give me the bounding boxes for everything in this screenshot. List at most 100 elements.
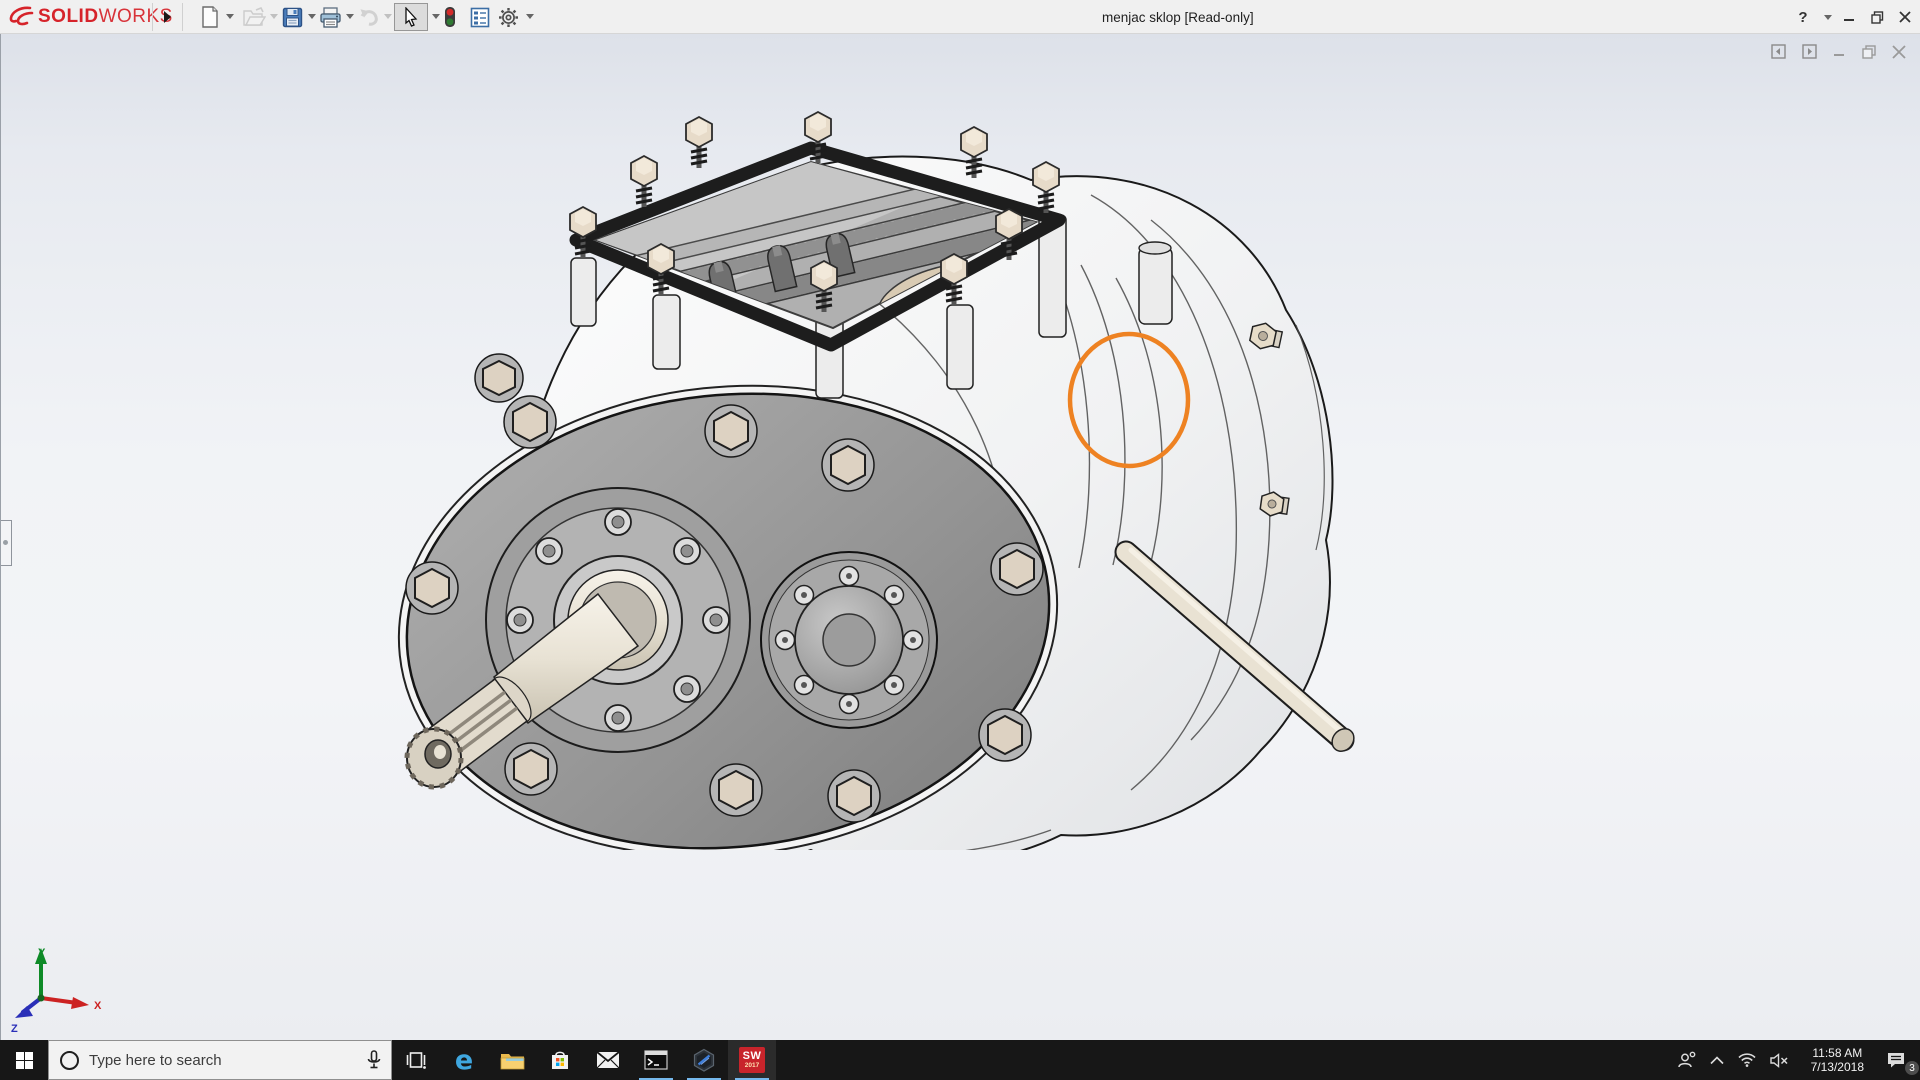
new-document-icon [200,6,220,28]
doc-minimize-icon[interactable] [1833,45,1846,58]
taskbar-command-prompt[interactable] [632,1040,680,1080]
title-bar: SOLIDWORKS [0,0,1920,34]
search-placeholder: Type here to search [89,1052,367,1069]
new-dropdown-caret[interactable] [226,14,234,19]
help-dropdown-caret[interactable] [1824,15,1832,20]
options-button[interactable] [494,4,522,30]
toolbar-separator [152,3,153,31]
close-button[interactable] [1890,0,1920,34]
hex-bolt [514,750,548,788]
menu-expander-button[interactable] [158,7,176,27]
people-button[interactable] [1670,1040,1703,1080]
minimize-icon [1843,11,1855,23]
undo-dropdown-caret[interactable] [384,14,392,19]
minimize-button[interactable] [1834,0,1864,34]
stub-top-face [1139,242,1171,254]
taskbar-file-explorer[interactable] [488,1040,536,1080]
taskbar-solidworks[interactable]: SW 2017 [728,1040,776,1080]
hex-bolt [988,716,1022,754]
sw-tile-text: SW [743,1051,762,1062]
toolbar-separator [182,3,183,31]
properties-list-icon [470,7,490,28]
hex-bolt [1000,550,1034,588]
tab-grip-dot [3,540,8,545]
open-folder-icon [242,7,266,27]
mail-icon [596,1051,620,1069]
windows-logo-icon [16,1052,33,1069]
taskbar-edge[interactable]: e [440,1040,488,1080]
doc-restore-icon[interactable] [1862,45,1876,59]
document-window-controls [1771,44,1906,59]
doc-close-icon[interactable] [1892,45,1906,59]
edge-icon: e [455,1047,473,1074]
save-dropdown-caret[interactable] [308,14,316,19]
save-floppy-icon [282,7,303,28]
save-button[interactable] [278,4,306,30]
microphone-icon[interactable] [367,1050,381,1070]
triad-x-label: X [94,1000,102,1012]
notification-badge: 3 [1905,1061,1919,1075]
print-dropdown-caret[interactable] [346,14,354,19]
undo-button[interactable] [354,4,382,30]
restore-button[interactable] [1862,0,1892,34]
tray-overflow-button[interactable] [1703,1040,1731,1080]
taskbar-empty-space [776,1040,1670,1080]
help-button[interactable]: ? [1788,0,1818,34]
graphics-viewport[interactable]: Y X Z *Dimetric [0,34,1920,1040]
gear-icon [498,7,519,28]
windows-taskbar: Type here to search e [0,1040,1920,1080]
start-button[interactable] [0,1040,48,1080]
taskbar-search-input[interactable]: Type here to search [48,1040,392,1080]
hex-bolt [415,569,449,607]
rebuild-stoplight-button[interactable] [436,4,464,30]
select-tool-button[interactable] [394,3,428,31]
task-view-button[interactable] [392,1040,440,1080]
clock[interactable]: 11:58 AM 7/13/2018 [1796,1040,1879,1080]
hex-bolt [483,361,515,395]
tray-date: 7/13/2018 [1811,1060,1864,1074]
hex-bolt [719,771,753,809]
hexagon-app-icon [692,1048,716,1072]
volume-button[interactable] [1763,1040,1796,1080]
pane-arrow-left-icon[interactable] [1771,44,1786,59]
taskbar-mail[interactable] [584,1040,632,1080]
solidworks-logo: SOLIDWORKS [8,0,173,34]
wifi-icon [1738,1053,1756,1067]
printer-icon [319,7,342,28]
feature-tree-collapsed-tab[interactable] [1,520,12,566]
stoplight-icon [444,6,456,28]
system-tray: 11:58 AM 7/13/2018 3 [1670,1040,1920,1080]
hex-bolt [714,412,748,450]
sw-tile-year: 2017 [745,1062,759,1069]
taskbar-store[interactable] [536,1040,584,1080]
action-center-button[interactable]: 3 [1879,1040,1920,1080]
taskbar-hexagon-app[interactable] [680,1040,728,1080]
new-document-button[interactable] [196,4,224,30]
file-explorer-icon [500,1050,525,1070]
expand-arrow-icon [164,11,171,23]
side-cover-boss [761,552,937,728]
open-dropdown-caret[interactable] [270,14,278,19]
hex-bolt [831,446,865,484]
solidworks-app-icon: SW 2017 [739,1047,765,1073]
close-icon [1899,11,1911,23]
document-title: menjac sklop [Read-only] [1102,0,1254,34]
people-icon [1677,1051,1696,1069]
network-button[interactable] [1731,1040,1763,1080]
action-center-icon [1886,1051,1906,1069]
select-cursor-icon [403,7,419,27]
options-dropdown-caret[interactable] [526,14,534,19]
restore-icon [1871,11,1884,24]
print-button[interactable] [316,4,344,30]
cortana-icon [60,1051,79,1070]
triad-z-label: Z [11,1023,18,1035]
task-view-icon [404,1050,428,1070]
help-question-mark: ? [1798,9,1807,26]
hex-bolt [837,777,871,815]
reference-triad: Y X Z [9,940,109,1036]
undo-arrow-icon [356,7,380,27]
pane-arrow-right-icon[interactable] [1802,44,1817,59]
command-prompt-icon [644,1050,668,1070]
file-properties-button[interactable] [466,4,494,30]
open-button[interactable] [240,4,268,30]
